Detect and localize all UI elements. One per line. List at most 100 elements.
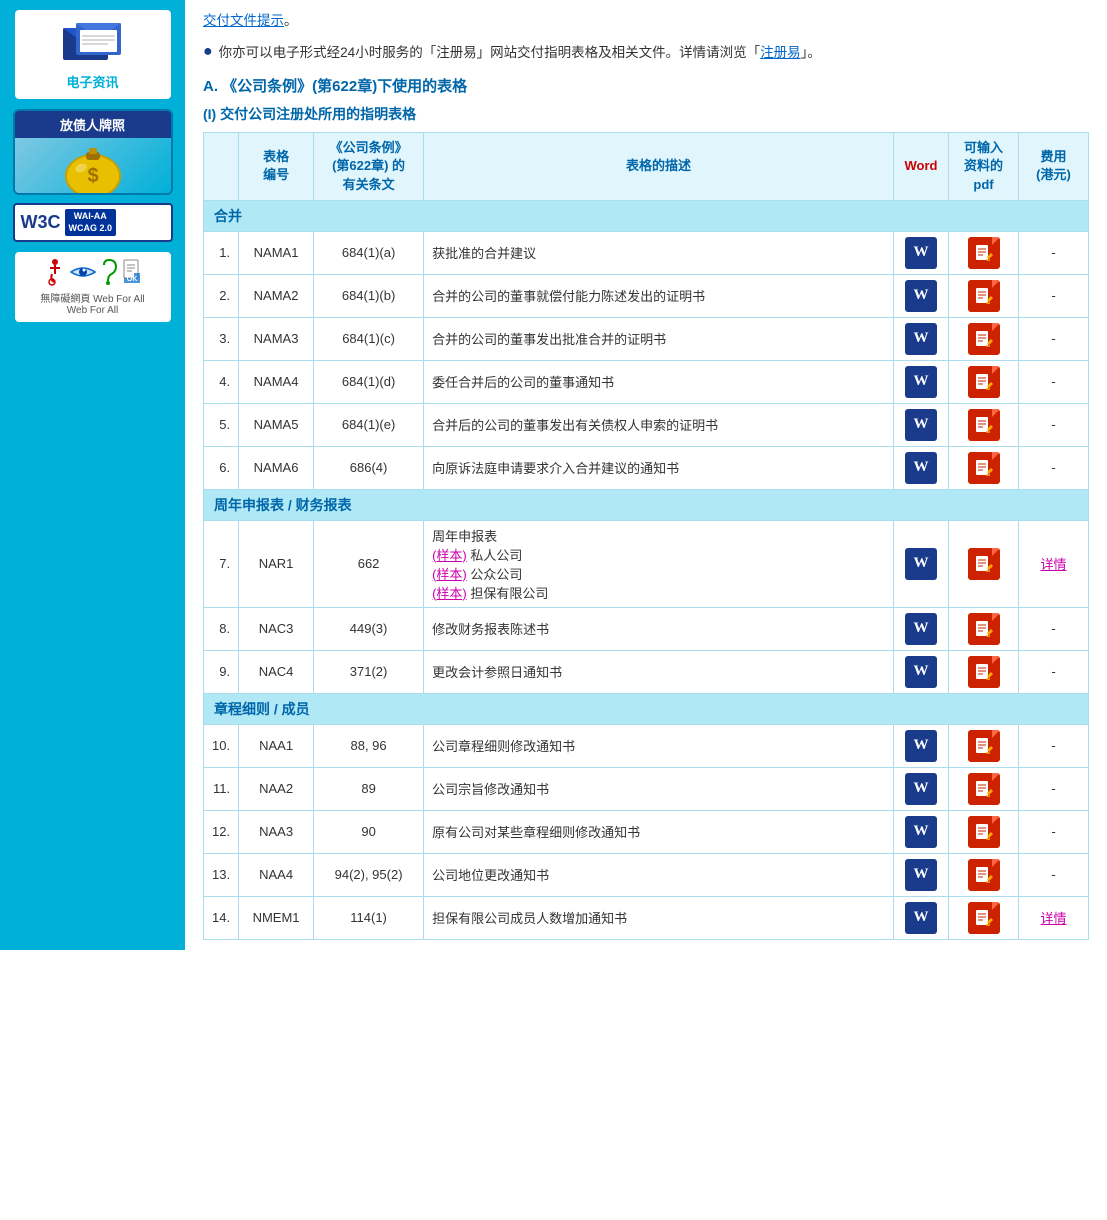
word-icon-link[interactable]: W xyxy=(905,816,937,848)
enews-icons xyxy=(58,18,128,68)
word-icon-link[interactable]: W xyxy=(905,452,937,484)
pdf-icon-link[interactable] xyxy=(968,859,1000,891)
cell-form: NAR1 xyxy=(239,520,314,607)
sidebar-bond-card[interactable]: 放债人牌照 $ xyxy=(13,109,173,195)
table-row: 10.NAA188, 96公司章程细则修改通知书W- xyxy=(204,724,1089,767)
cell-no: 11. xyxy=(204,767,239,810)
cell-fee: - xyxy=(1019,360,1089,403)
cell-clause: 684(1)(d) xyxy=(314,360,424,403)
word-icon-link[interactable]: W xyxy=(905,656,937,688)
pdf-icon-link[interactable] xyxy=(968,280,1000,312)
pdf-icon-link[interactable] xyxy=(968,902,1000,934)
pdf-icon-link[interactable] xyxy=(968,237,1000,269)
pdf-icon-link[interactable] xyxy=(968,656,1000,688)
sample-link[interactable]: (样本) xyxy=(432,586,467,601)
enews-icon xyxy=(58,18,128,68)
cell-word: W xyxy=(894,317,949,360)
word-icon-link[interactable]: W xyxy=(905,548,937,580)
table-row: 7.NAR1662周年申报表(样本) 私人公司(样本) 公众公司(样本) 担保有… xyxy=(204,520,1089,607)
cell-form: NAA4 xyxy=(239,853,314,896)
table-row: 14.NMEM1114(1)担保有限公司成员人数增加通知书W详情 xyxy=(204,896,1089,939)
pdf-icon-link[interactable] xyxy=(968,730,1000,762)
cell-no: 3. xyxy=(204,317,239,360)
pdf-icon-link[interactable] xyxy=(968,816,1000,848)
th-desc: 表格的描述 xyxy=(424,133,894,201)
cell-form: NAMA4 xyxy=(239,360,314,403)
cell-pdf xyxy=(949,853,1019,896)
cell-pdf xyxy=(949,274,1019,317)
bond-label: 放债人牌照 xyxy=(15,111,171,138)
word-icon-link[interactable]: W xyxy=(905,366,937,398)
word-icon-link[interactable]: W xyxy=(905,773,937,805)
word-icon-link[interactable]: W xyxy=(905,730,937,762)
cell-clause: 684(1)(b) xyxy=(314,274,424,317)
section-header-row: 周年申报表 / 财务报表 xyxy=(204,489,1089,520)
sidebar-access-card[interactable]: OK 無障礙網頁 Web For All Web For All xyxy=(13,250,173,324)
cell-word: W xyxy=(894,403,949,446)
sidebar-enews-card[interactable]: 电子资讯 xyxy=(13,8,173,101)
eye-icon xyxy=(70,263,96,281)
fee-detail-link[interactable]: 详情 xyxy=(1040,557,1066,572)
cell-pdf xyxy=(949,403,1019,446)
cell-form: NAMA1 xyxy=(239,231,314,274)
cell-word: W xyxy=(894,810,949,853)
table-header-row: 表格编号 《公司条例》(第622章) 的有关条文 表格的描述 Word 可输入资… xyxy=(204,133,1089,201)
pdf-icon-link[interactable] xyxy=(968,366,1000,398)
register-link[interactable]: 注册易 xyxy=(760,45,801,60)
word-icon-link[interactable]: W xyxy=(905,323,937,355)
table-row: 8.NAC3449(3)修改财务报表陈述书W- xyxy=(204,607,1089,650)
word-icon-link[interactable]: W xyxy=(905,280,937,312)
ear-icon xyxy=(100,259,118,285)
table-row: 2.NAMA2684(1)(b)合并的公司的董事就偿付能力陈述发出的证明书W- xyxy=(204,274,1089,317)
cell-form: NAMA5 xyxy=(239,403,314,446)
th-pdf: 可输入资料的pdf xyxy=(949,133,1019,201)
pdf-icon-link[interactable] xyxy=(968,409,1000,441)
pdf-icon-link[interactable] xyxy=(968,452,1000,484)
svg-text:OK: OK xyxy=(126,276,137,283)
cell-clause: 662 xyxy=(314,520,424,607)
cell-no: 10. xyxy=(204,724,239,767)
top-link-row: 交付文件提示。 xyxy=(203,10,1089,32)
cell-form: NMEM1 xyxy=(239,896,314,939)
word-icon-link[interactable]: W xyxy=(905,902,937,934)
fee-detail-link[interactable]: 详情 xyxy=(1040,911,1066,926)
cell-desc: 委任合并后的公司的董事通知书 xyxy=(424,360,894,403)
cell-clause: 88, 96 xyxy=(314,724,424,767)
cell-fee: - xyxy=(1019,767,1089,810)
cell-desc: 公司地位更改通知书 xyxy=(424,853,894,896)
pdf-icon-link[interactable] xyxy=(968,548,1000,580)
word-icon-link[interactable]: W xyxy=(905,613,937,645)
cell-no: 5. xyxy=(204,403,239,446)
money-bag-icon: $ xyxy=(53,138,133,193)
forms-table: 表格编号 《公司条例》(第622章) 的有关条文 表格的描述 Word 可输入资… xyxy=(203,132,1089,940)
word-icon-link[interactable]: W xyxy=(905,409,937,441)
cell-fee: 详情 xyxy=(1019,520,1089,607)
delivery-reminder-link[interactable]: 交付文件提示 xyxy=(203,13,284,28)
bond-image: $ xyxy=(15,138,171,193)
sidebar: 电子资讯 放债人牌照 $ W3C WAI-AA WCAG 2 xyxy=(0,0,185,950)
word-icon-link[interactable]: W xyxy=(905,237,937,269)
cell-desc: 公司章程细则修改通知书 xyxy=(424,724,894,767)
cell-clause: 94(2), 95(2) xyxy=(314,853,424,896)
pdf-icon-link[interactable] xyxy=(968,773,1000,805)
cell-form: NAA1 xyxy=(239,724,314,767)
cell-no: 6. xyxy=(204,446,239,489)
word-icon-link[interactable]: W xyxy=(905,859,937,891)
cell-word: W xyxy=(894,520,949,607)
cell-pdf xyxy=(949,446,1019,489)
document-icon: OK xyxy=(122,259,142,285)
cell-fee: - xyxy=(1019,853,1089,896)
w3c-text: W3C xyxy=(21,212,61,234)
th-clause: 《公司条例》(第622章) 的有关条文 xyxy=(314,133,424,201)
sidebar-w3c-badge[interactable]: W3C WAI-AA WCAG 2.0 xyxy=(13,203,173,242)
cell-no: 2. xyxy=(204,274,239,317)
pdf-icon-link[interactable] xyxy=(968,613,1000,645)
cell-clause: 449(3) xyxy=(314,607,424,650)
cell-desc: 向原诉法庭申请要求介入合并建议的通知书 xyxy=(424,446,894,489)
section-header-row: 章程细则 / 成员 xyxy=(204,693,1089,724)
pdf-icon-link[interactable] xyxy=(968,323,1000,355)
cell-fee: - xyxy=(1019,317,1089,360)
cell-no: 14. xyxy=(204,896,239,939)
sample-link[interactable]: (样本) xyxy=(432,567,467,582)
sample-link[interactable]: (样本) xyxy=(432,548,467,563)
